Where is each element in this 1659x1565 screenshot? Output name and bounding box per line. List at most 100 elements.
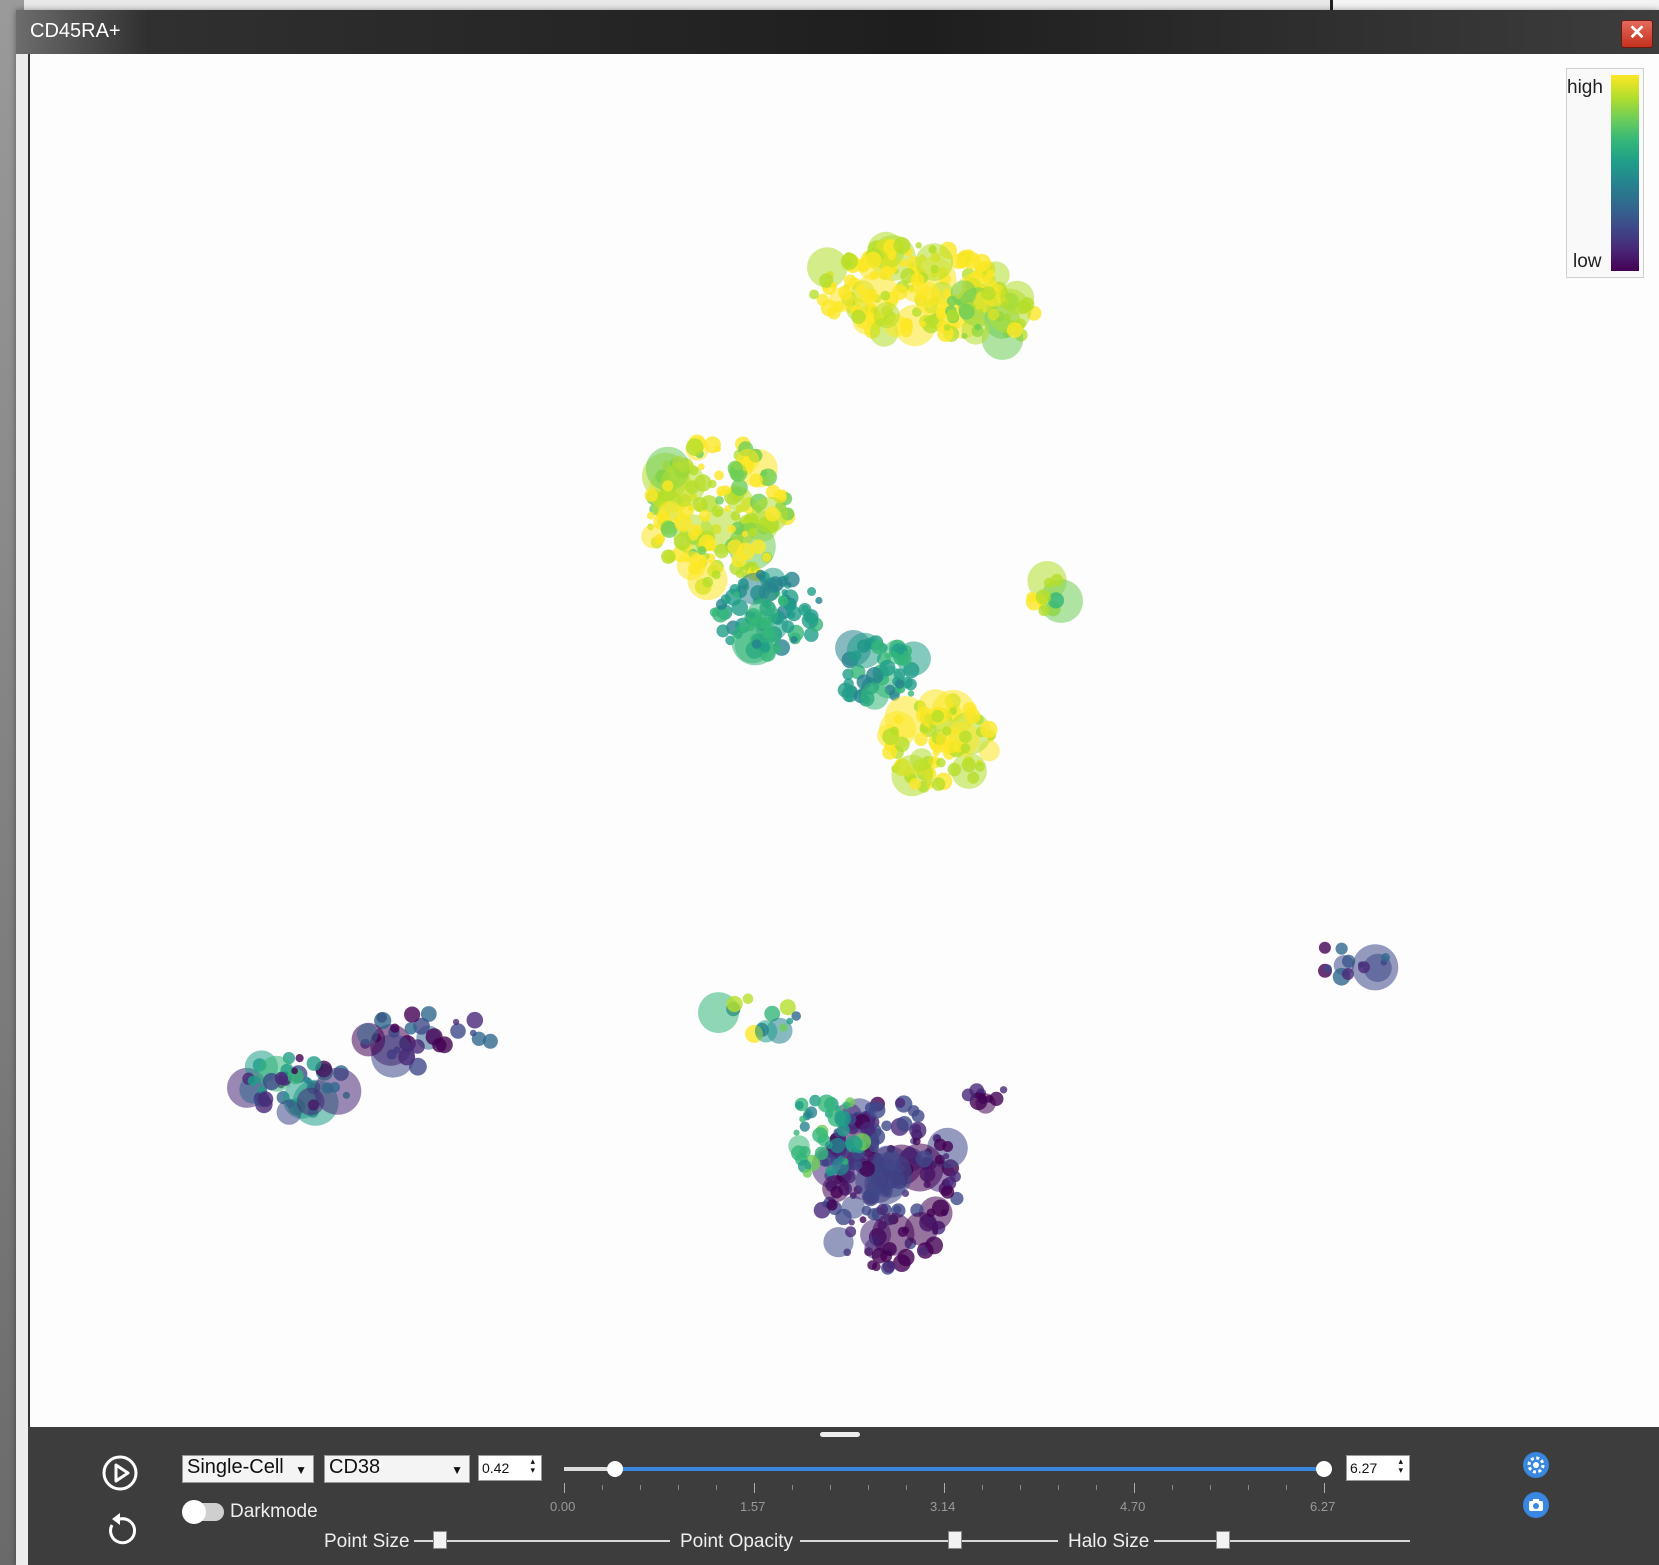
panel-resize-handle[interactable] [820, 1432, 860, 1437]
cell-point [830, 282, 838, 289]
cell-point [853, 1160, 863, 1170]
range-slider-minor-tick [830, 1485, 831, 1490]
range-slider-minor-tick [1172, 1485, 1173, 1490]
mode-select[interactable]: Single-Cell ▼ [182, 1455, 314, 1483]
cell-point [466, 1011, 484, 1029]
range-slider-minor-tick [982, 1485, 983, 1490]
range-slider-major-tick [1324, 1483, 1325, 1493]
range-slider-low-thumb[interactable] [606, 1461, 623, 1477]
cell-point [793, 1129, 800, 1136]
cell-point [892, 284, 908, 300]
cell-point [404, 1022, 417, 1035]
darkmode-toggle[interactable] [182, 1500, 224, 1524]
spinner-arrows-icon[interactable]: ▴ ▾ [530, 1457, 535, 1475]
reset-icon[interactable] [102, 1511, 138, 1547]
cell-point [777, 492, 786, 501]
cell-point [751, 539, 766, 555]
cell-point [761, 552, 772, 563]
cell-point [777, 595, 789, 607]
cell-point [291, 1067, 298, 1075]
play-icon[interactable] [102, 1455, 138, 1491]
cell-point [817, 1094, 836, 1113]
cell-point [975, 1093, 996, 1114]
cell-point [868, 1101, 886, 1119]
range-slider-minor-tick [678, 1485, 679, 1490]
window-title: CD45RA+ [30, 20, 121, 42]
cell-point [1050, 573, 1064, 587]
range-slider-major-tick [564, 1483, 565, 1493]
range-slider-tick-label: 4.70 [1120, 1499, 1146, 1514]
range-slider-minor-tick [906, 1485, 907, 1490]
cell-point [356, 1023, 379, 1045]
cell-point [799, 1115, 806, 1123]
cell-point [714, 543, 729, 559]
marker-select[interactable]: CD38 ▼ [324, 1455, 470, 1483]
point-size-track[interactable] [414, 1540, 670, 1542]
cell-point [896, 646, 905, 655]
cell-point [942, 726, 952, 736]
cell-point [931, 709, 945, 723]
cell-point [711, 570, 721, 580]
cell-point [918, 1246, 929, 1256]
range-slider-major-tick [754, 1483, 755, 1493]
close-button[interactable]: ✕ [1621, 20, 1653, 48]
cell-point [871, 1212, 915, 1256]
cell-point [453, 1018, 460, 1026]
color-legend: high low [1566, 68, 1644, 278]
cell-point [914, 732, 928, 746]
mode-select-value: Single-Cell [187, 1456, 284, 1478]
cell-point [795, 1101, 804, 1110]
range-slider-major-tick [944, 1483, 945, 1493]
camera-icon[interactable] [1522, 1491, 1550, 1519]
cell-point [1335, 942, 1348, 955]
cell-point [801, 612, 819, 629]
range-slider-minor-tick [1058, 1485, 1059, 1490]
halo-size-track[interactable] [1154, 1540, 1410, 1542]
range-slider-minor-tick [1096, 1485, 1097, 1490]
control-panel: Single-Cell ▼ CD38 ▼ 0.42 ▴ ▾ 0.00 1.57 3.1… [28, 1427, 1659, 1565]
cell-point [1035, 589, 1051, 605]
cell-point [959, 730, 972, 744]
spinner-arrows-icon[interactable]: ▴ ▾ [1398, 1457, 1403, 1475]
cell-point [815, 596, 823, 605]
title-bar[interactable]: CD45RA+ ✕ [16, 10, 1659, 54]
cell-point [1038, 605, 1050, 617]
cell-point [450, 1023, 466, 1039]
cell-point [915, 242, 922, 249]
cell-point [812, 1127, 828, 1143]
point-opacity-track[interactable] [800, 1540, 1058, 1542]
chevron-down-icon: ▼ [295, 1463, 307, 1477]
cell-point [949, 707, 956, 714]
range-slider-minor-tick [1248, 1485, 1249, 1490]
cell-point [809, 289, 819, 300]
range-min-input[interactable]: 0.42 ▴ ▾ [478, 1455, 542, 1481]
settings-gear-icon[interactable] [1522, 1451, 1550, 1479]
range-max-value: 6.27 [1350, 1460, 1378, 1476]
cell-point [873, 302, 900, 329]
legend-high-label: high [1567, 77, 1603, 98]
cell-point [919, 320, 927, 328]
range-slider-tick-label: 6.27 [1310, 1499, 1336, 1514]
cell-point [716, 485, 727, 497]
cell-point [943, 1153, 950, 1160]
cell-point [807, 587, 817, 596]
plot-window: CD45RA+ ✕ high low Single-Cell ▼ CD38 ▼ … [16, 10, 1659, 1565]
cell-point [999, 1086, 1008, 1094]
cell-point [958, 303, 975, 320]
cell-point [888, 650, 896, 658]
cell-point [731, 552, 747, 568]
cell-point [931, 777, 946, 791]
cell-point [646, 511, 655, 520]
cell-point [805, 1106, 818, 1119]
point-opacity-thumb[interactable] [947, 1531, 962, 1549]
cell-point [739, 625, 747, 633]
cell-point [754, 1020, 778, 1043]
cell-point [432, 1038, 447, 1053]
point-size-thumb[interactable] [432, 1531, 447, 1549]
cell-point [716, 624, 730, 638]
range-max-input[interactable]: 6.27 ▴ ▾ [1346, 1455, 1410, 1481]
cell-point [834, 1110, 851, 1127]
scatter-plot[interactable] [28, 54, 1659, 1427]
range-slider-high-thumb[interactable] [1316, 1461, 1332, 1477]
halo-size-thumb[interactable] [1216, 1531, 1231, 1549]
